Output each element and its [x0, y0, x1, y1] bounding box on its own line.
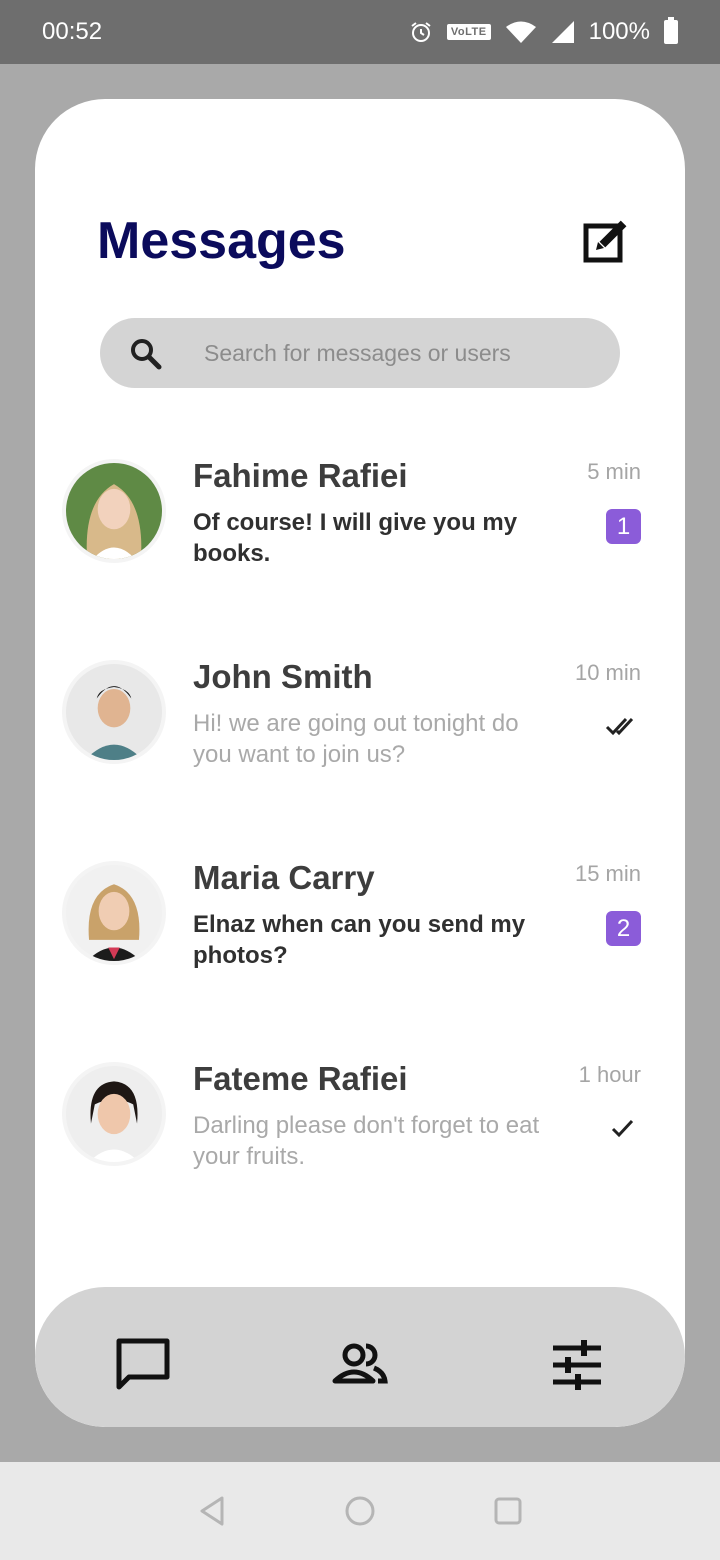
message-preview: Elnaz when can you send my photos?: [193, 911, 526, 969]
bottom-navigation: [35, 1287, 685, 1427]
search-bar[interactable]: [100, 318, 620, 388]
recents-icon: [494, 1497, 522, 1525]
conversation-item[interactable]: Fateme Rafiei Darling please don't forge…: [35, 1060, 685, 1222]
contacts-icon: [332, 1343, 388, 1384]
nav-chats-button[interactable]: [113, 1335, 173, 1395]
system-navigation-bar: [0, 1462, 720, 1560]
avatar: [62, 861, 166, 965]
contact-name: John Smith: [193, 658, 373, 695]
avatar-maria-image: [66, 865, 162, 961]
alarm-icon: [411, 22, 431, 42]
message-preview: Hi! we are going out tonight do you want…: [193, 710, 519, 768]
contact-name: Fateme Rafiei: [193, 1060, 408, 1097]
message-preview: Of course! I will give you my books.: [193, 509, 518, 567]
double-check-icon: [605, 717, 634, 736]
avatar-john-image: [66, 664, 162, 760]
avatar-fahime-image: [66, 463, 162, 559]
system-recents-button[interactable]: [491, 1494, 525, 1528]
nav-contacts-button[interactable]: [330, 1335, 390, 1395]
battery-icon: [664, 17, 678, 44]
compose-button[interactable]: [581, 215, 633, 267]
status-icons: VoLTE 100%: [409, 17, 678, 46]
message-preview: Darling please don't forget to eat your …: [193, 1112, 540, 1170]
battery-percent: 100%: [588, 18, 650, 45]
settings-sliders-icon: [553, 1340, 601, 1390]
contact-name: Fahime Rafiei: [193, 457, 408, 494]
search-input[interactable]: [204, 318, 604, 388]
unread-badge: 2: [606, 911, 641, 946]
check-icon: [611, 1119, 634, 1138]
avatar: [62, 660, 166, 764]
conversation-item[interactable]: Maria Carry Elnaz when can you send my p…: [35, 859, 685, 1021]
avatar-fateme-image: [66, 1066, 162, 1162]
message-time: 5 min: [587, 459, 641, 484]
avatar: [62, 459, 166, 563]
conversation-item[interactable]: John Smith Hi! we are going out tonight …: [35, 658, 685, 820]
messages-card: Messages Fahime Rafiei Of course! I will…: [35, 99, 685, 1427]
message-time: 10 min: [574, 660, 641, 685]
search-icon: [131, 339, 162, 370]
page-title: Messages: [97, 212, 346, 270]
status-bar: 00:52 VoLTE 100%: [0, 0, 720, 64]
message-time: 1 hour: [578, 1062, 641, 1087]
message-time: 15 min: [574, 861, 641, 886]
chat-icon: [116, 1338, 170, 1390]
nav-settings-button[interactable]: [547, 1335, 607, 1395]
wifi-icon: [505, 21, 536, 43]
system-home-button[interactable]: [343, 1494, 377, 1528]
compose-icon: [583, 220, 627, 263]
status-time: 00:52: [42, 18, 103, 45]
home-icon: [345, 1496, 375, 1526]
contact-name: Maria Carry: [193, 859, 375, 896]
signal-icon: [551, 21, 574, 43]
volte-icon: VoLTE: [446, 24, 491, 40]
conversation-item[interactable]: Fahime Rafiei Of course! I will give you…: [35, 457, 685, 619]
unread-badge: 1: [606, 509, 641, 544]
avatar: [62, 1062, 166, 1166]
system-back-button[interactable]: [196, 1494, 230, 1528]
back-icon: [200, 1496, 224, 1526]
